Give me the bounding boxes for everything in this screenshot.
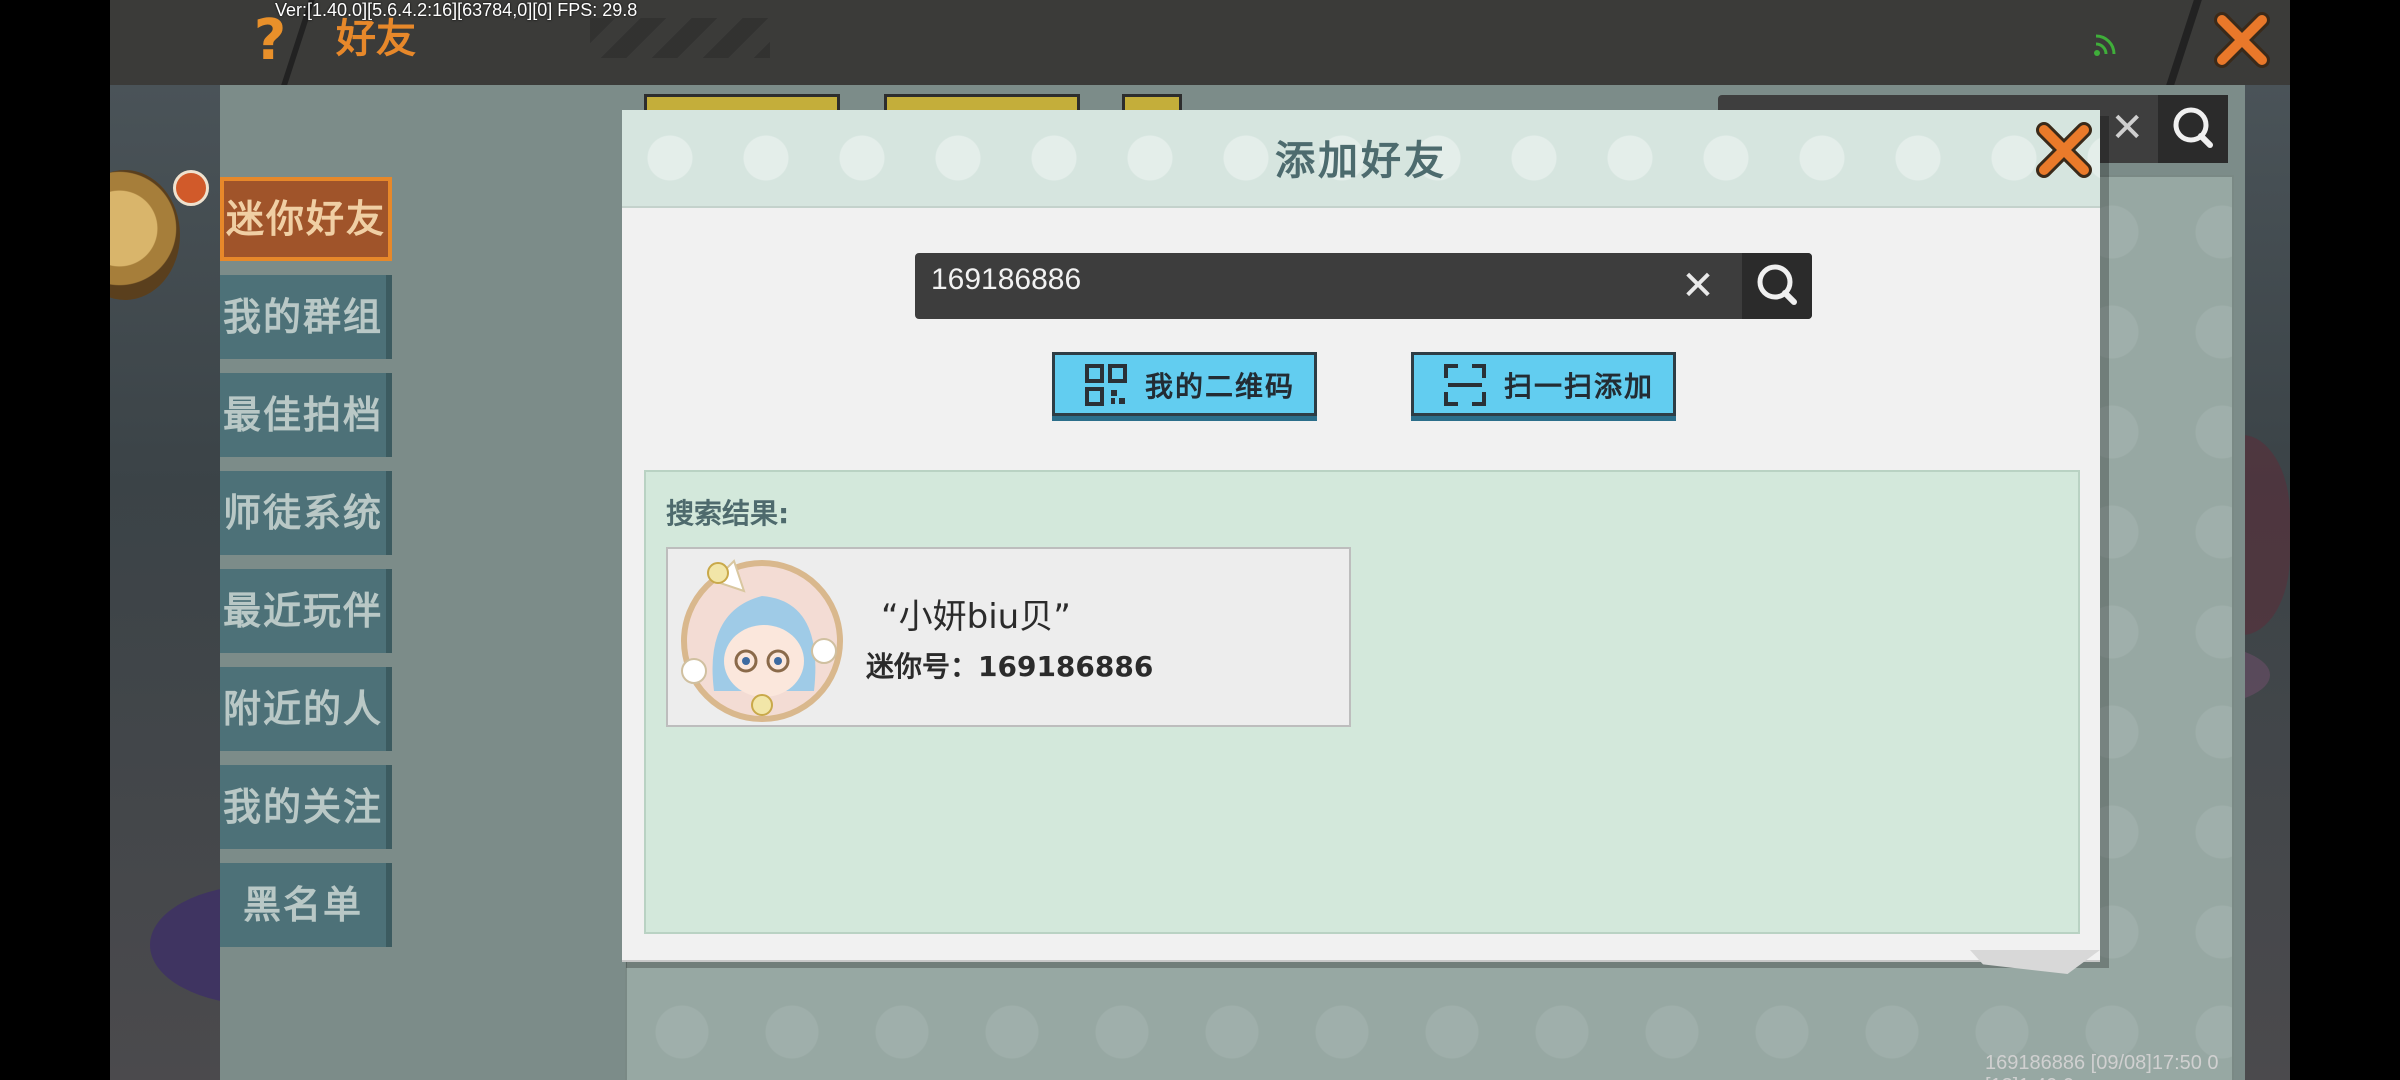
sidebar-item-blacklist[interactable]: 黑名单 bbox=[220, 863, 392, 947]
clear-search-button[interactable]: ✕ bbox=[1675, 263, 1721, 309]
result-nickname: “小妍biu贝” bbox=[881, 597, 1071, 637]
search-icon[interactable] bbox=[2158, 95, 2228, 163]
close-icon[interactable]: ✕ bbox=[2110, 105, 2144, 151]
result-card[interactable]: “小妍biu贝” 迷你号：169186886 bbox=[666, 547, 1351, 727]
sidebar-item-best-partner[interactable]: 最佳拍档 bbox=[220, 373, 392, 457]
close-icon[interactable] bbox=[2032, 118, 2096, 182]
search-results-panel: 搜索结果: “小妍biu贝” 迷你号：169186886 bbox=[644, 470, 2080, 934]
search-icon bbox=[1757, 264, 1797, 305]
qr-code-icon bbox=[1085, 364, 1127, 406]
my-qr-code-button[interactable]: 我的二维码 bbox=[1052, 352, 1317, 416]
version-info: Ver:[1.40.0][5.6.4.2:16][63784,0][0] FPS… bbox=[275, 0, 638, 20]
dialog-title: 添加好友 bbox=[1275, 138, 1447, 184]
search-input[interactable]: 169186886 bbox=[931, 263, 1081, 297]
user-avatar bbox=[681, 559, 843, 722]
close-page-icon[interactable] bbox=[2210, 8, 2274, 72]
search-button[interactable] bbox=[1742, 253, 1812, 319]
signal-icon bbox=[2094, 34, 2116, 56]
scan-icon bbox=[1444, 364, 1486, 406]
scan-to-add-label: 扫一扫添加 bbox=[1504, 370, 1655, 403]
search-results-label: 搜索结果: bbox=[666, 497, 790, 530]
add-friend-dialog: 添加好友 169186886 ✕ 我的二维码 扫一扫添加 搜索结果: “小妍bi… bbox=[622, 110, 2100, 974]
app-screen: ? 好友 ✕ 迷你好友 我的群组 最佳拍档 师徒系统 最近玩伴 附近的人 我的关… bbox=[110, 0, 2290, 1080]
sidebar-item-following[interactable]: 我的关注 bbox=[220, 765, 392, 849]
sidebar-item-my-groups[interactable]: 我的群组 bbox=[220, 275, 392, 359]
footer-info: 169186886 [09/08]17:50 0 [13]1.40.0 bbox=[1985, 1052, 2219, 1080]
result-mini-id: 迷你号：169186886 bbox=[866, 650, 1154, 683]
dialog-header: 添加好友 bbox=[622, 110, 2100, 208]
notification-dot bbox=[173, 170, 209, 206]
scan-to-add-button[interactable]: 扫一扫添加 bbox=[1411, 352, 1676, 416]
friend-search-field[interactable]: 169186886 ✕ bbox=[915, 253, 1812, 319]
sidebar-item-mentor-system[interactable]: 师徒系统 bbox=[220, 471, 392, 555]
sidebar-item-mini-friends[interactable]: 迷你好友 bbox=[220, 177, 392, 261]
sidebar-item-nearby-people[interactable]: 附近的人 bbox=[220, 667, 392, 751]
friends-sidebar: 迷你好友 我的群组 最佳拍档 师徒系统 最近玩伴 附近的人 我的关注 黑名单 bbox=[220, 177, 392, 961]
my-qr-code-label: 我的二维码 bbox=[1145, 370, 1296, 403]
sidebar-item-recent-players[interactable]: 最近玩伴 bbox=[220, 569, 392, 653]
